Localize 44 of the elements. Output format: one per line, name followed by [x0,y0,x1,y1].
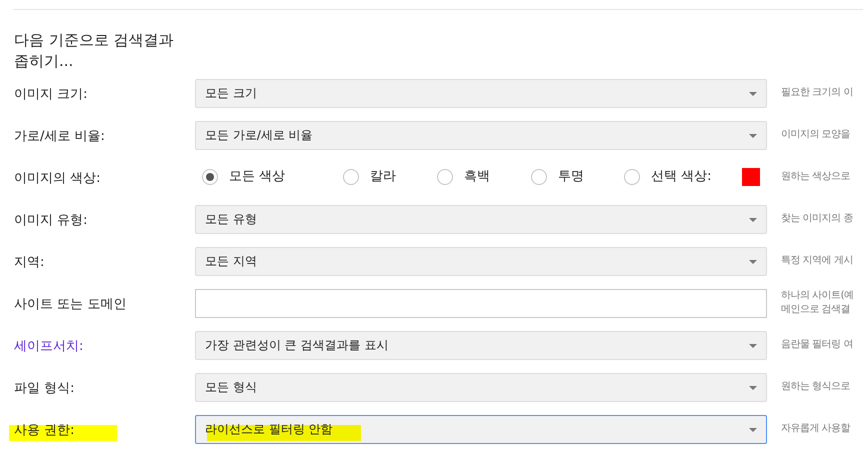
radio-label: 선택 색상: [651,168,712,186]
hint-text: 하나의 사이트(예 메인으로 검색결 [781,289,854,317]
radio-button[interactable] [624,169,640,185]
radio-label: 흑백 [464,168,490,186]
radio-button[interactable] [343,169,359,185]
caret-icon [749,134,757,138]
caret-icon [749,218,757,222]
field-label: 이미지 유형: [14,213,88,228]
caret-icon [749,428,757,432]
input-field[interactable] [195,288,767,318]
hint-text: 특정 지역에 게시 [781,254,853,268]
hint-text: 찾는 이미지의 종 [781,212,853,226]
field-label: 이미지 크기: [14,87,88,102]
dropdown[interactable]: 가장 관련성이 큰 검색결과를 표시 [195,330,767,360]
field-label: 사용 권한: [14,423,75,438]
dropdown[interactable]: 모든 가로/세로 비율 [195,120,767,150]
caret-icon [749,260,757,264]
color-swatch[interactable] [742,168,760,186]
hint-text: 음란물 필터링 여 [781,338,853,352]
caret-icon [749,386,757,390]
dropdown[interactable]: 모든 형식 [195,372,767,402]
caret-icon [749,92,757,96]
field-label: 가로/세로 비율: [14,129,105,144]
field-label: 이미지의 색상: [14,171,101,186]
field-label: 파일 형식: [14,381,75,396]
radio-label: 투명 [558,168,584,186]
field-label: 지역: [14,255,44,270]
hint-text: 원하는 형식으로 [781,380,850,394]
dropdown[interactable]: 모든 크기 [195,78,767,108]
hint-text: 이미지의 모양을 [781,128,850,142]
hint-text: 원하는 색상으로 [781,170,850,184]
field-label: 사이트 또는 도메인 [14,297,126,312]
dropdown[interactable]: 모든 유형 [195,204,767,234]
label-link[interactable]: 세이프서치: [14,339,84,354]
radio-label: 모든 색상 [229,168,286,186]
radio-label: 칼라 [370,168,396,186]
radio-button[interactable] [202,169,218,185]
radio-button[interactable] [437,169,453,185]
hint-text: 자유롭게 사용할 [781,422,850,436]
radio-button[interactable] [531,169,547,185]
dropdown[interactable]: 모든 지역 [195,246,767,276]
section-heading: 다음 기준으로 검색결과 좁히기... [14,30,175,72]
hint-text: 필요한 크기의 이 [781,86,853,100]
caret-icon [749,344,757,348]
